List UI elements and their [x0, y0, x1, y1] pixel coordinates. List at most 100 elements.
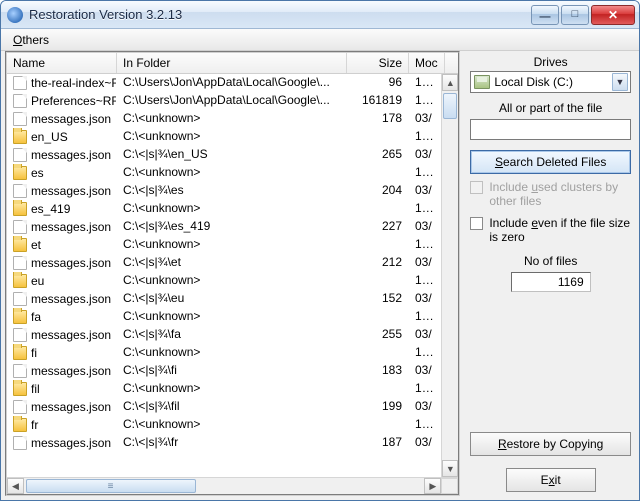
exit-button[interactable]: Exit [506, 468, 596, 492]
vertical-scrollbar[interactable]: ▲ ▼ [441, 74, 458, 477]
row-modified: 03/ [409, 182, 441, 200]
table-row[interactable]: euC:\<unknown>10/2 [7, 272, 441, 290]
table-row[interactable]: filC:\<unknown>10/2 [7, 380, 441, 398]
vscroll-track[interactable] [442, 91, 458, 460]
col-size[interactable]: Size [347, 53, 409, 73]
row-name: messages.json [31, 112, 111, 126]
file-icon [13, 256, 27, 270]
folder-icon [13, 346, 27, 360]
no-files-value: 1169 [511, 272, 591, 292]
table-row[interactable]: fiC:\<unknown>10/2 [7, 344, 441, 362]
hscroll-track[interactable]: ≡ [24, 478, 424, 494]
row-name: messages.json [31, 184, 111, 198]
row-size: 183 [347, 362, 409, 380]
row-name: Preferences~RF... [31, 94, 117, 108]
filepart-input[interactable] [470, 119, 631, 140]
table-row[interactable]: es_419 C:\<unknown> 10/2 [7, 200, 441, 218]
minimize-icon: — [540, 12, 551, 23]
search-deleted-button[interactable]: Search Deleted Files [470, 150, 631, 174]
row-folder: C:\<unknown> [117, 164, 347, 182]
row-modified: 10/2 [409, 74, 441, 92]
row-folder: C:\<unknown> [117, 110, 347, 128]
row-folder: C:\<|s|¾\es_419 [117, 218, 347, 236]
scroll-left-button[interactable]: ◀ [7, 478, 24, 494]
horizontal-scrollbar[interactable]: ◀ ≡ ▶ [7, 477, 458, 494]
include-zero-label: Include even if the file size is zero [489, 216, 631, 244]
table-row[interactable]: messages.json C:\<|s|¾\fa25503/ [7, 326, 441, 344]
row-folder: C:\<unknown> [117, 416, 347, 434]
titlebar[interactable]: Restoration Version 3.2.13 — □ ✕ [1, 1, 639, 29]
row-modified: 03/ [409, 434, 441, 452]
file-icon [13, 184, 27, 198]
col-modified[interactable]: Moc [409, 53, 445, 73]
col-folder[interactable]: In Folder [117, 53, 347, 73]
table-row[interactable]: Preferences~RF...C:\Users\Jon\AppData\Lo… [7, 92, 441, 110]
row-modified: 03/ [409, 146, 441, 164]
table-row[interactable]: messages.jsonC:\<|s|¾\es20403/ [7, 182, 441, 200]
hscroll-thumb[interactable]: ≡ [26, 479, 196, 493]
row-name: messages.json [31, 328, 111, 342]
row-name: fil [31, 382, 40, 396]
minimize-button[interactable]: — [531, 5, 559, 25]
table-row[interactable]: messages.jsonC:\<|s|¾\fil19903/ [7, 398, 441, 416]
file-list-frame: Name In Folder Size Moc the-real-index~R… [5, 51, 460, 496]
close-button[interactable]: ✕ [591, 5, 635, 25]
table-row[interactable]: esC:\<unknown>10/2 [7, 164, 441, 182]
row-name: messages.json [31, 292, 111, 306]
scroll-down-button[interactable]: ▼ [442, 460, 458, 477]
window-title: Restoration Version 3.2.13 [29, 7, 529, 22]
row-modified: 10/2 [409, 164, 441, 182]
side-panel: Drives Local Disk (C:) ▼ All or part of … [466, 51, 635, 496]
table-row[interactable]: frC:\<unknown>10/2 [7, 416, 441, 434]
row-modified: 10/2 [409, 200, 441, 218]
vscroll-thumb[interactable] [443, 93, 457, 119]
maximize-icon: □ [572, 9, 579, 20]
table-row[interactable]: messages.jsonC:\<unknown>17803/ [7, 110, 441, 128]
table-row[interactable]: faC:\<unknown>10/2 [7, 308, 441, 326]
table-row[interactable]: messages.jsonC:\<|s|¾\en_US26503/ [7, 146, 441, 164]
col-name[interactable]: Name [7, 53, 117, 73]
include-zero-checkbox[interactable]: Include even if the file size is zero [470, 216, 631, 244]
row-modified: 03/ [409, 326, 441, 344]
restore-button[interactable]: Restore by Copying [470, 432, 631, 456]
row-folder: C:\Users\Jon\AppData\Local\Google\... [117, 74, 347, 92]
row-size [347, 164, 409, 182]
row-modified: 10/2 [409, 272, 441, 290]
table-row[interactable]: messages.jsonC:\<|s|¾\es_41922703/ [7, 218, 441, 236]
file-list-header: Name In Folder Size Moc [7, 53, 458, 74]
table-row[interactable]: messages.jsonC:\<|s|¾\fi18303/ [7, 362, 441, 380]
row-folder: C:\<|s|¾\eu [117, 290, 347, 308]
table-row[interactable]: messages.jsonC:\<|s|¾\eu15203/ [7, 290, 441, 308]
row-name: fi [31, 346, 37, 360]
scroll-up-button[interactable]: ▲ [442, 74, 458, 91]
checkbox-icon[interactable] [470, 217, 483, 230]
row-folder: C:\<|s|¾\fa [117, 326, 347, 344]
row-size: 227 [347, 218, 409, 236]
chevron-down-icon[interactable]: ▼ [612, 73, 628, 91]
row-folder: C:\<unknown> [117, 128, 347, 146]
row-folder: C:\<|s|¾\en_US [117, 146, 347, 164]
row-folder: C:\<unknown> [117, 200, 347, 218]
maximize-button[interactable]: □ [561, 5, 589, 25]
menu-others[interactable]: Others [7, 31, 55, 49]
table-row[interactable]: en_USC:\<unknown>10/2 [7, 128, 441, 146]
scroll-right-button[interactable]: ▶ [424, 478, 441, 494]
table-row[interactable]: etC:\<unknown>10/2 [7, 236, 441, 254]
row-name: eu [31, 274, 44, 288]
file-icon [13, 364, 27, 378]
table-row[interactable]: the-real-index~R...C:\Users\Jon\AppData\… [7, 74, 441, 92]
table-row[interactable]: messages.jsonC:\<|s|¾\fr18703/ [7, 434, 441, 452]
row-name: messages.json [31, 220, 111, 234]
app-icon [7, 7, 23, 23]
file-icon [13, 76, 27, 90]
row-size [347, 236, 409, 254]
drive-select[interactable]: Local Disk (C:) ▼ [470, 71, 631, 93]
row-modified: 10/2 [409, 92, 441, 110]
row-name: es_419 [31, 202, 70, 216]
file-list-rows[interactable]: the-real-index~R...C:\Users\Jon\AppData\… [7, 74, 441, 477]
folder-icon [13, 418, 27, 432]
row-size: 212 [347, 254, 409, 272]
row-size: 255 [347, 326, 409, 344]
row-size: 161819 [347, 92, 409, 110]
table-row[interactable]: messages.jsonC:\<|s|¾\et21203/ [7, 254, 441, 272]
